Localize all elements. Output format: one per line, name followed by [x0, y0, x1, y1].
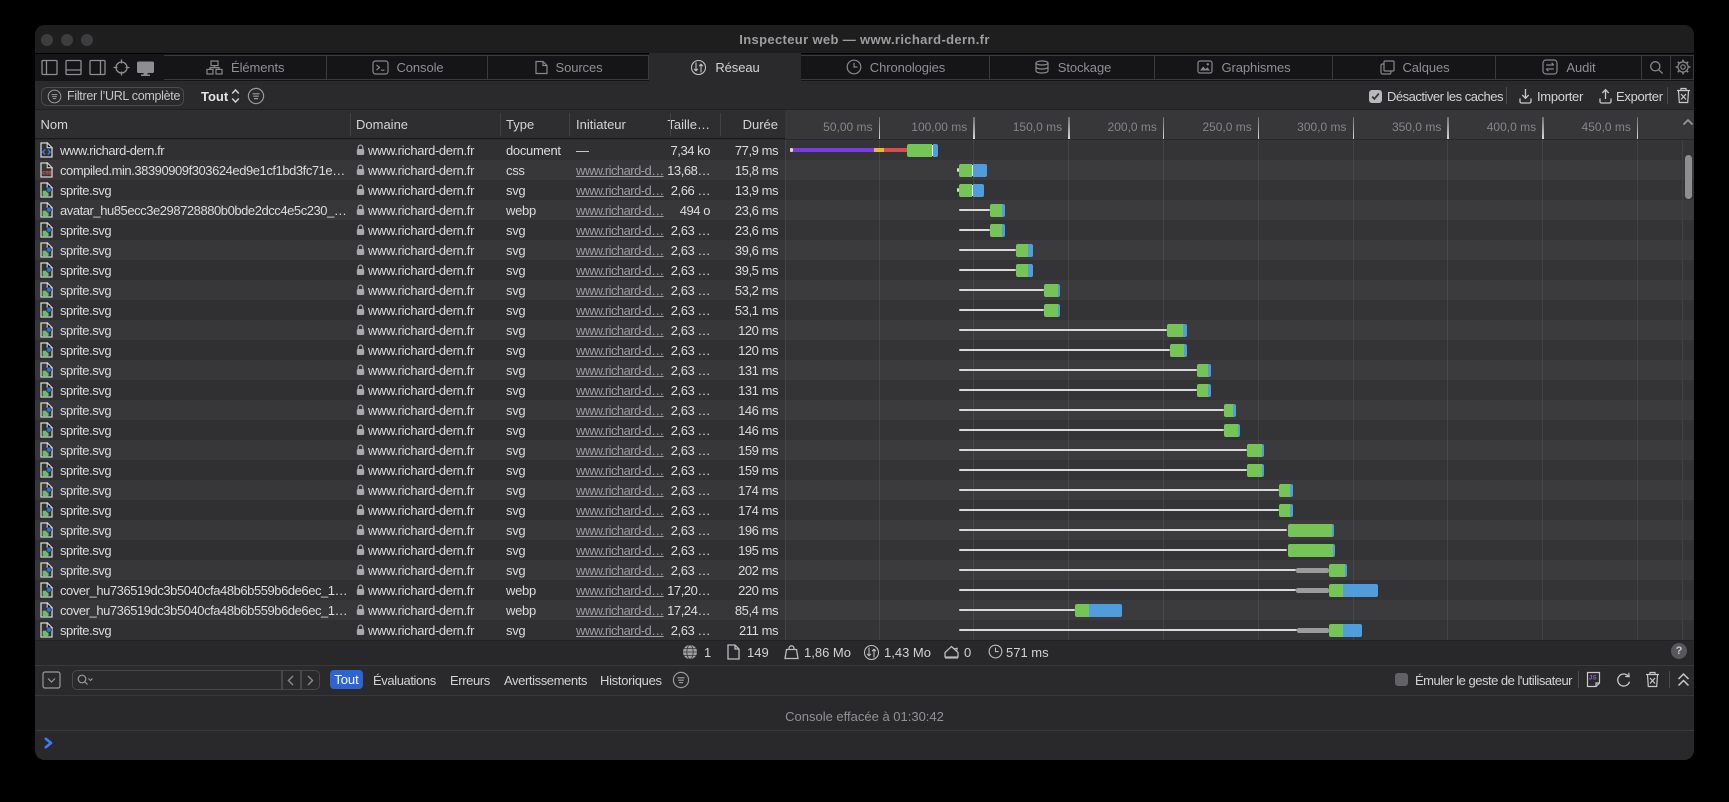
svg-text:css: css — [42, 169, 52, 176]
svg-text:JS: JS — [1589, 675, 1598, 682]
